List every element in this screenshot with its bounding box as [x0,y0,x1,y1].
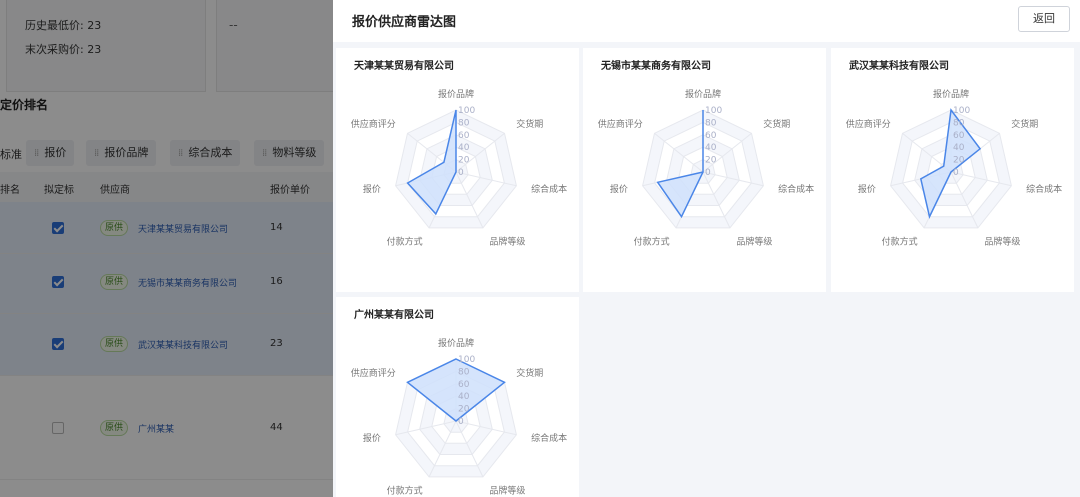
radar-tick-label: 80 [458,118,470,128]
radar-tick-label: 80 [458,367,470,377]
radar-axis-label: 交货期 [1011,118,1038,130]
radar-axis-label: 供应商评分 [846,118,891,130]
radar-axis-label: 综合成本 [1026,183,1062,195]
radar-tick-label: 0 [458,168,464,178]
radar-axis-label: 供应商评分 [351,367,396,379]
radar-axis-label: 付款方式 [387,235,423,247]
radar-tick-label: 20 [458,405,470,415]
radar-axis-label: 供应商评分 [351,118,396,130]
radar-axis-label: 报价 [610,183,628,195]
radar-tick-label: 40 [458,392,470,402]
radar-card: 无锡市某某商务有限公司 100 80 60 40 20 0 报价品牌 交货期 综合成本 品牌等级付… [583,48,826,292]
radar-axis-label: 品牌等级 [984,235,1020,247]
radar-axis-label: 交货期 [516,367,543,379]
radar-tick-label: 60 [953,131,965,141]
back-button[interactable]: 返回 [1018,6,1070,32]
radar-axis-label: 综合成本 [778,183,814,195]
radar-tick-label: 20 [953,156,965,166]
radar-chart: 100 80 60 40 20 0 报价品牌交货期综合成本品牌等级 付款方式 报价 供应商评分 [598,88,814,247]
radar-card: 天津某某贸易有限公司 100 80 60 40 20 0 报价品牌 交货期 综合成本 品牌等级 付款… [336,48,579,292]
radar-axis-label: 报价品牌 [685,88,721,100]
radar-tick-label: 60 [458,131,470,141]
radar-axis-label: 报价品牌 [933,88,969,100]
radar-axis-label: 报价 [363,432,381,444]
radar-tick-label: 40 [705,143,717,153]
radar-tick-label: 80 [953,118,965,128]
radar-tick-label: 100 [458,106,475,116]
drawer-title: 报价供应商雷达图 [352,15,457,30]
modal-overlay[interactable] [0,0,333,497]
radar-axis-label: 品牌等级 [489,484,525,496]
radar-tick-label: 0 [953,168,959,178]
radar-tick-label: 100 [705,106,722,116]
radar-tick-label: 0 [458,417,464,427]
drawer-header: 报价供应商雷达图 返回 [333,0,1080,42]
radar-chart: 100 80 60 40 20 0 报价品牌交货期综合成本品牌等级 付款方式 报价 供应商评分 [846,88,1062,247]
radar-tick-label: 100 [458,355,475,365]
radar-axis-label: 付款方式 [387,484,423,496]
radar-chart: 100 80 60 40 20 0 报价品牌交货期综合成本品牌等级 付款方式 报价 供应商评分 [351,88,567,247]
radar-drawer: 报价供应商雷达图 返回 天津某某贸易有限公司 100 80 60 40 20 0 报价品牌交… [333,0,1080,497]
radar-axis-label: 供应商评分 [598,118,643,130]
radar-axis-label: 报价品牌 [438,337,474,349]
radar-card: 武汉某某科技有限公司 100 80 60 40 20 0 报价品牌 交货期 综合成本 品牌等级 付款… [831,48,1074,292]
radar-chart: 100 80 60 40 20 0 报价品牌交货期综合成本品牌等级 付款方式 报价 供应商评分 [351,337,567,496]
radar-card: 广州某某有限公司 100 80 60 40 20 0 报价品牌 交货期 综合成本 品牌等级 付款方式… [336,297,579,497]
radar-axis-label: 交货期 [516,118,543,130]
radar-axis-label: 报价品牌 [438,88,474,100]
radar-tick-label: 60 [458,380,470,390]
radar-tick-label: 80 [705,118,717,128]
radar-axis-label: 品牌等级 [489,235,525,247]
radar-axis-label: 付款方式 [882,235,918,247]
radar-axis-label: 付款方式 [634,235,670,247]
radar-tick-label: 40 [458,143,470,153]
radar-tick-label: 100 [953,106,970,116]
radar-tick-label: 20 [458,156,470,166]
radar-tick-label: 0 [705,168,711,178]
radar-axis-label: 报价 [363,183,381,195]
radar-axis-label: 报价 [858,183,876,195]
radar-axis-label: 交货期 [763,118,790,130]
radar-tick-label: 60 [705,131,717,141]
radar-axis-label: 品牌等级 [736,235,772,247]
radar-axis-label: 综合成本 [531,432,567,444]
radar-axis-label: 综合成本 [531,183,567,195]
radar-tick-label: 20 [705,156,717,166]
radar-tick-label: 40 [953,143,965,153]
